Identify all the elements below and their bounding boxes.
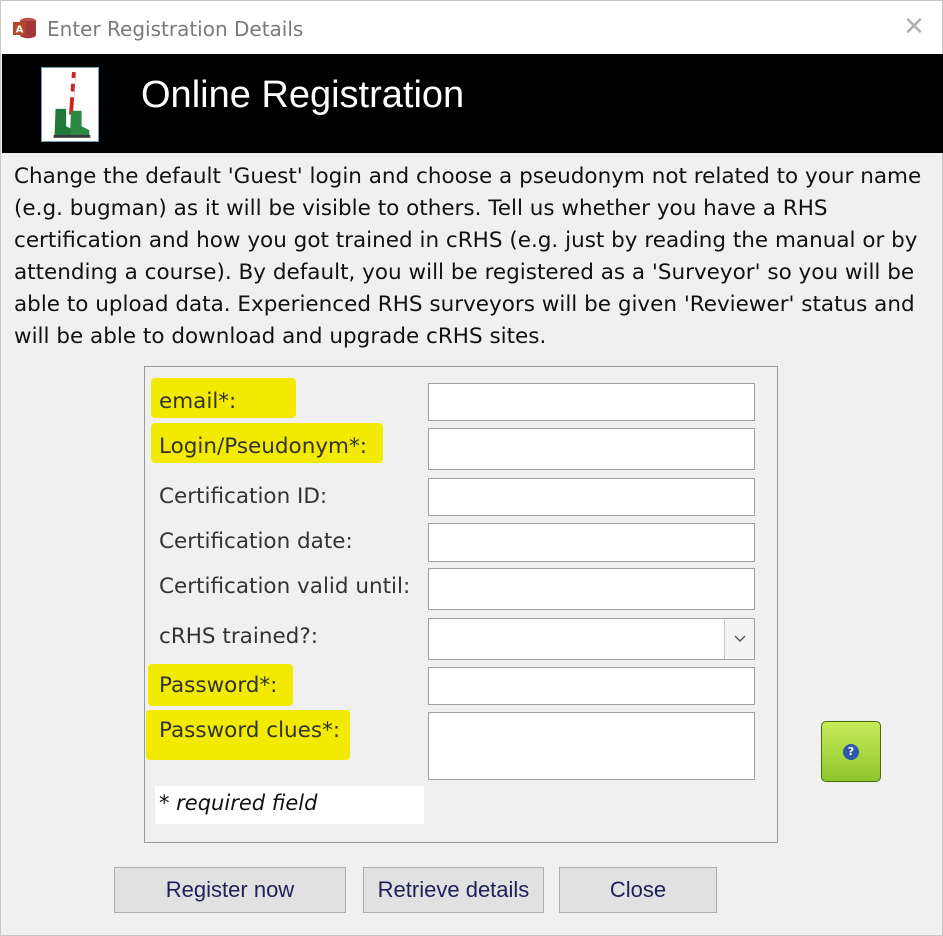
- email-field[interactable]: [428, 383, 755, 421]
- cert-id-label: Certification ID:: [159, 484, 328, 509]
- intro-text: Change the default 'Guest' login and cho…: [14, 164, 922, 349]
- password-field[interactable]: [428, 667, 755, 705]
- close-button[interactable]: Close: [559, 867, 717, 913]
- retrieve-details-button[interactable]: Retrieve details: [363, 867, 544, 913]
- window-title: Enter Registration Details: [47, 17, 304, 41]
- header-banner: Online Registration: [2, 54, 943, 153]
- password-label: Password*:: [159, 673, 278, 698]
- password-clues-field[interactable]: [428, 712, 755, 780]
- cert-valid-field[interactable]: [428, 568, 755, 610]
- registration-dialog: A Enter Registration Details ✕ Online Re…: [0, 0, 943, 936]
- svg-text:A: A: [16, 25, 24, 36]
- crhs-trained-label: cRHS trained?:: [159, 624, 318, 649]
- password-clues-label: Password clues*:: [159, 718, 341, 743]
- boots-logo-icon: [41, 67, 99, 142]
- dropdown-button[interactable]: [724, 619, 754, 659]
- register-now-button[interactable]: Register now: [114, 867, 346, 913]
- cert-valid-label: Certification valid until:: [159, 574, 411, 599]
- chevron-down-icon: [734, 635, 745, 642]
- cert-date-label: Certification date:: [159, 529, 353, 554]
- window-close-icon[interactable]: ✕: [900, 13, 928, 41]
- cert-id-field[interactable]: [428, 478, 755, 516]
- title-bar: A Enter Registration Details ✕: [1, 1, 942, 54]
- help-button[interactable]: ?: [821, 721, 881, 782]
- access-app-icon: A: [13, 17, 36, 39]
- banner-title: Online Registration: [141, 74, 465, 116]
- required-note-box: * required field: [155, 786, 424, 824]
- help-icon: ?: [843, 743, 859, 760]
- email-label: email*:: [159, 389, 237, 414]
- crhs-trained-select[interactable]: [428, 618, 755, 660]
- cert-date-field[interactable]: [428, 523, 755, 562]
- login-label: Login/Pseudonym*:: [159, 434, 367, 459]
- required-note: * required field: [159, 791, 318, 815]
- login-field[interactable]: [428, 428, 755, 470]
